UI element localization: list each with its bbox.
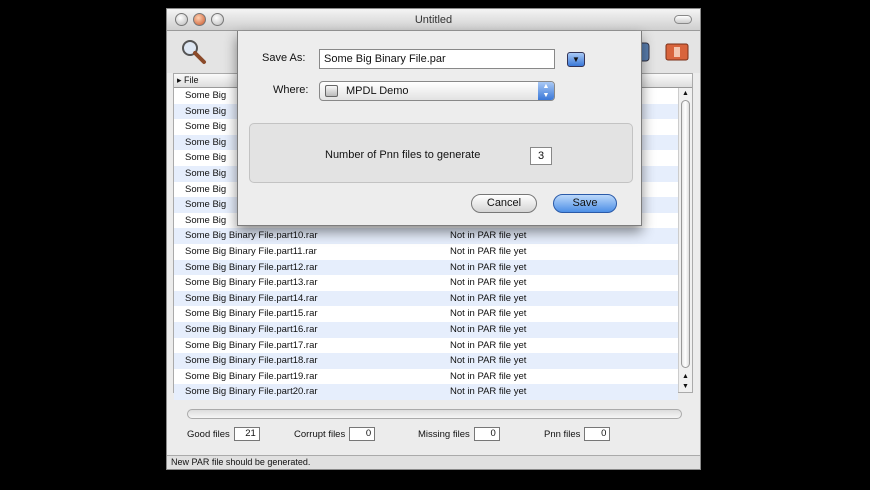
row-status: Not in PAR file yet [450, 292, 527, 304]
where-select[interactable]: MPDL Demo ▲ ▼ [319, 81, 555, 101]
row-file-name: Some Big [185, 199, 227, 211]
chevron-down-icon: ▼ [572, 55, 580, 64]
row-status: Not in PAR file yet [450, 386, 527, 398]
stat-missing-files: Missing files 0 [418, 427, 500, 443]
table-row[interactable]: Some Big Binary File.part10.rar Not in PA… [174, 228, 678, 244]
toolbar-action-icon[interactable] [664, 37, 690, 65]
row-file-name: Some Big Binary File.part16.rar [185, 323, 318, 335]
stat-corrupt-files: Corrupt files 0 [294, 427, 376, 443]
window-title: Untitled [414, 14, 453, 26]
row-status: Not in PAR file yet [450, 230, 527, 242]
row-file-name: Some Big Binary File.part12.rar [185, 261, 318, 273]
save-as-field[interactable]: Some Big Binary File.par [319, 49, 555, 69]
row-status: Not in PAR file yet [450, 355, 527, 367]
table-row[interactable]: Some Big Binary File.part16.rar Not in PA… [174, 321, 678, 338]
row-file-name: Some Big Binary File.part17.rar [185, 339, 318, 351]
row-file-name: Some Big [185, 121, 227, 133]
pnn-count-field[interactable]: 3 [530, 147, 552, 165]
stat-label: Pnn files [544, 429, 581, 440]
row-file-name: Some Big Binary File.part15.rar [185, 308, 318, 320]
stat-value: 0 [349, 427, 376, 442]
stat-good-files: Good files 21 [187, 427, 260, 443]
row-file-name: Some Big Binary File.part19.rar [185, 370, 318, 382]
pnn-count-label: Number of Pnn files to generate [325, 149, 481, 161]
progress-bar [187, 409, 682, 419]
row-file-name: Some Big [185, 167, 227, 179]
stat-label: Missing files [418, 429, 470, 440]
table-row[interactable]: Some Big Binary File.part20.rar Not in PA… [174, 384, 678, 400]
row-file-name: Some Big Binary File.part20.rar [185, 386, 318, 398]
scroll-down-icon[interactable]: ▼ [682, 383, 689, 390]
column-header-label: File [184, 75, 199, 85]
row-status: Not in PAR file yet [450, 308, 527, 320]
disk-icon [325, 85, 338, 97]
row-status: Not in PAR file yet [450, 277, 527, 289]
table-row[interactable]: Some Big Binary File.part12.rar Not in PA… [174, 259, 678, 276]
title-bar[interactable]: Untitled [167, 9, 700, 31]
table-row[interactable]: Some Big Binary File.part13.rar Not in PA… [174, 275, 678, 291]
row-file-name: Some Big [185, 90, 227, 101]
save-as-label: Save As: [262, 52, 306, 64]
where-selected-value: MPDL Demo [346, 85, 409, 97]
row-file-name: Some Big Binary File.part18.rar [185, 355, 318, 367]
toolbar-toggle-button[interactable] [674, 15, 692, 24]
save-button[interactable]: Save [553, 194, 617, 213]
app-window: Untitled ▸ File Some Big Some Big Some B… [166, 8, 701, 470]
stat-label: Good files [187, 429, 230, 440]
table-row[interactable]: Some Big Binary File.part18.rar Not in PA… [174, 353, 678, 369]
table-row[interactable]: Some Big Binary File.part19.rar Not in PA… [174, 369, 678, 385]
table-row[interactable]: Some Big Binary File.part17.rar Not in PA… [174, 338, 678, 354]
row-file-name: Some Big Binary File.part10.rar [185, 230, 318, 242]
row-file-name: Some Big Binary File.part13.rar [185, 277, 318, 289]
select-arrows-icon: ▲ ▼ [538, 82, 554, 100]
scrollbar-thumb[interactable] [681, 100, 690, 368]
scroll-up-icon[interactable]: ▲ [682, 373, 689, 380]
row-status: Not in PAR file yet [450, 261, 527, 273]
row-file-name: Some Big [185, 152, 227, 164]
row-file-name: Some Big Binary File.part14.rar [185, 292, 318, 304]
row-status: Not in PAR file yet [450, 370, 527, 382]
magnifier-tool-icon[interactable] [179, 37, 207, 65]
table-row[interactable]: Some Big Binary File.part11.rar Not in PA… [174, 244, 678, 260]
row-file-name: Some Big [185, 214, 227, 226]
where-label: Where: [273, 84, 309, 96]
row-status: Not in PAR file yet [450, 339, 527, 351]
file-stats: Good files 21 Corrupt files 0 Missing file… [187, 427, 682, 445]
table-row[interactable]: Some Big Binary File.part15.rar Not in PA… [174, 306, 678, 322]
stat-label: Corrupt files [294, 429, 346, 440]
cancel-button[interactable]: Cancel [471, 194, 537, 213]
row-status: Not in PAR file yet [450, 323, 527, 335]
stat-value: 21 [233, 427, 260, 442]
vertical-scrollbar[interactable]: ▲ ▲ ▼ [678, 88, 692, 392]
save-sheet: Save As: Some Big Binary File.par ▼ Wher… [237, 31, 642, 226]
expand-sheet-button[interactable]: ▼ [567, 52, 585, 67]
row-file-name: Some Big [185, 183, 227, 195]
row-file-name: Some Big [185, 105, 227, 117]
stat-value: 0 [473, 427, 500, 442]
scroll-up-icon[interactable]: ▲ [682, 90, 689, 97]
status-bar: New PAR file should be generated. [167, 455, 700, 469]
table-row[interactable]: Some Big Binary File.part14.rar Not in PA… [174, 290, 678, 307]
stat-pnn-files: Pnn files 0 [544, 427, 611, 443]
row-status: Not in PAR file yet [450, 245, 527, 257]
row-file-name: Some Big Binary File.part11.rar [185, 245, 317, 257]
stat-value: 0 [584, 427, 611, 442]
row-file-name: Some Big [185, 136, 227, 148]
